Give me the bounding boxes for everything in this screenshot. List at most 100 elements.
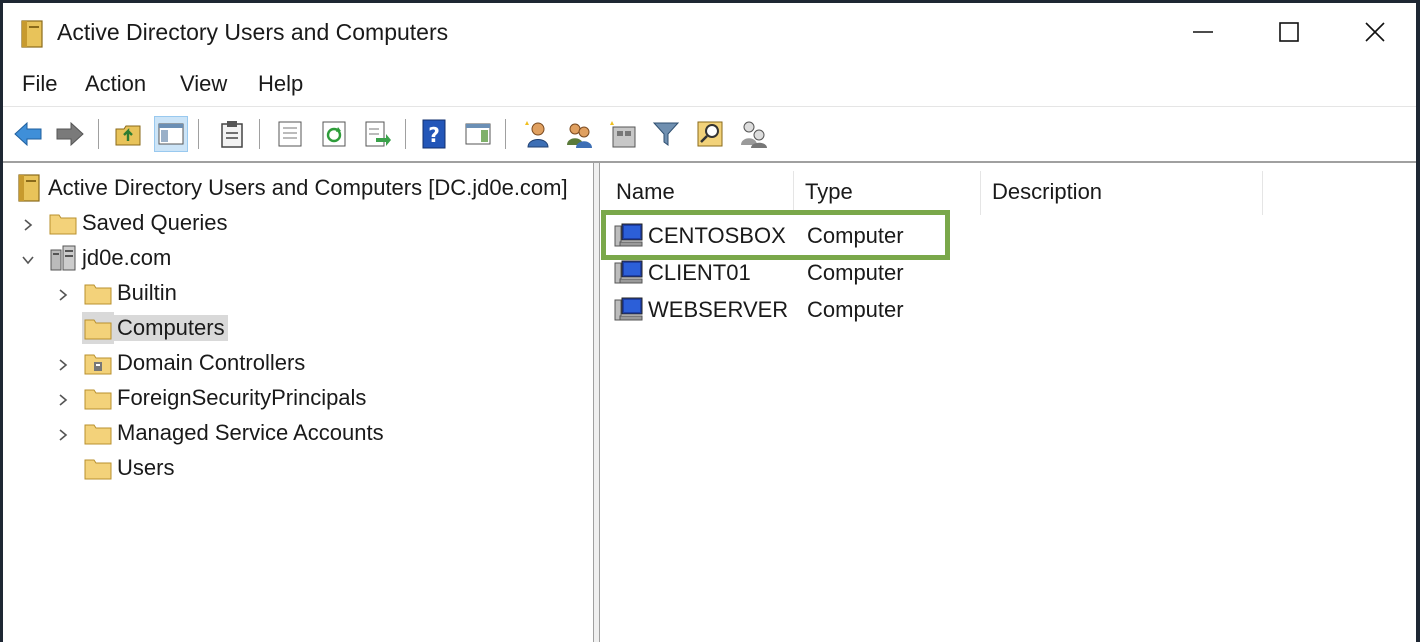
aduc-window: Active Directory Users and Computers Fil… <box>3 3 1416 642</box>
chevron-right-icon[interactable] <box>56 288 70 302</box>
computer-icon <box>614 297 643 321</box>
refresh-button[interactable] <box>317 116 351 152</box>
menu-action[interactable]: Action <box>85 71 146 97</box>
new-group-icon <box>567 123 592 148</box>
computer-name: WEBSERVER <box>648 297 789 322</box>
tree-root-label: Active Directory Users and Computers [DC… <box>48 175 568 200</box>
pane-splitter[interactable] <box>593 163 600 642</box>
tree-item-computers[interactable]: Computers <box>82 312 228 344</box>
help-icon: ? <box>422 119 446 149</box>
tree-item-users[interactable]: Users <box>82 452 177 484</box>
tree-item-foreign-security-principals[interactable]: ForeignSecurityPrincipals <box>82 382 369 414</box>
tree-item-label: Computers <box>114 315 228 341</box>
menu-help[interactable]: Help <box>258 71 303 97</box>
column-separator[interactable] <box>793 171 794 215</box>
toolbar-separator <box>259 119 260 149</box>
tree-item-saved-queries[interactable]: Saved Queries <box>47 207 231 239</box>
computer-icon <box>614 260 643 284</box>
column-separator[interactable] <box>1262 171 1263 215</box>
column-separator[interactable] <box>980 171 981 215</box>
title-bar[interactable]: Active Directory Users and Computers <box>3 3 1416 61</box>
new-user-button[interactable] <box>520 116 554 152</box>
toolbar-separator <box>198 119 199 149</box>
computer-type: Computer <box>807 297 904 322</box>
chevron-right-icon[interactable] <box>56 428 70 442</box>
export-list-button[interactable] <box>361 116 395 152</box>
maximize-icon <box>1279 22 1299 42</box>
action-pane-button[interactable] <box>461 116 495 152</box>
tree-item-domain[interactable]: jd0e.com <box>47 242 174 274</box>
refresh-icon <box>322 121 346 147</box>
new-user-icon <box>525 121 549 148</box>
ou-folder-icon <box>84 354 112 375</box>
folder-icon <box>84 319 112 340</box>
list-item[interactable]: WEBSERVER Computer <box>608 293 1408 327</box>
clipboard-button[interactable] <box>215 116 249 152</box>
folder-slot <box>82 312 114 344</box>
column-header-name[interactable]: Name <box>616 169 792 215</box>
tree-item-label: Builtin <box>117 280 177 305</box>
results-pane: Name Type Description CENTOSBOX Computer… <box>600 163 1416 642</box>
menu-file[interactable]: File <box>22 71 57 97</box>
show-console-tree-icon <box>158 123 184 145</box>
chevron-right-icon[interactable] <box>56 393 70 407</box>
tree-item-label: Managed Service Accounts <box>117 420 384 445</box>
aduc-root-slot <box>13 172 45 204</box>
tree-root[interactable]: Active Directory Users and Computers [DC… <box>13 172 571 204</box>
close-icon <box>1365 22 1385 42</box>
folder-icon <box>49 214 77 235</box>
tree-item-label: Domain Controllers <box>117 350 306 375</box>
ou-folder-slot <box>82 347 114 379</box>
tree-item-managed-service-accounts[interactable]: Managed Service Accounts <box>82 417 387 449</box>
minimize-icon <box>1193 31 1213 33</box>
tree-item-domain-controllers[interactable]: Domain Controllers <box>82 347 308 379</box>
add-to-group-icon <box>741 121 767 148</box>
folder-slot <box>47 207 79 239</box>
back-button[interactable] <box>11 116 45 152</box>
address-book-icon <box>18 174 40 202</box>
forward-arrow-icon <box>56 121 84 147</box>
find-icon <box>697 121 723 147</box>
add-to-group-button[interactable] <box>737 116 771 152</box>
menu-view[interactable]: View <box>180 71 227 97</box>
list-item[interactable]: CLIENT01 Computer <box>608 256 1408 290</box>
new-group-button[interactable] <box>562 116 596 152</box>
computer-name: CLIENT01 <box>648 260 751 285</box>
toolbar-separator <box>98 119 99 149</box>
tree-item-label: jd0e.com <box>82 245 172 270</box>
domain-slot <box>47 242 79 274</box>
chevron-down-icon[interactable] <box>21 253 35 267</box>
show-hide-console-tree-button[interactable] <box>154 116 188 152</box>
column-header-type[interactable]: Type <box>805 169 980 215</box>
forward-button[interactable] <box>53 116 87 152</box>
tree-item-label: Saved Queries <box>82 210 228 235</box>
up-folder-icon <box>115 125 141 146</box>
export-list-icon <box>365 121 391 147</box>
column-header-description[interactable]: Description <box>992 169 1262 215</box>
new-ou-button[interactable] <box>606 116 640 152</box>
filter-icon <box>652 122 680 146</box>
folder-icon <box>84 459 112 480</box>
tree-item-builtin[interactable]: Builtin <box>82 277 180 309</box>
properties-button[interactable] <box>273 116 307 152</box>
find-button[interactable] <box>693 116 727 152</box>
maximize-button[interactable] <box>1246 3 1332 61</box>
chevron-right-icon[interactable] <box>56 358 70 372</box>
minimize-button[interactable] <box>1160 3 1246 61</box>
folder-slot <box>82 382 114 414</box>
chevron-right-icon[interactable] <box>21 218 35 232</box>
up-one-level-button[interactable] <box>111 116 145 152</box>
svg-text:?: ? <box>428 123 440 147</box>
toolbar: ? <box>3 106 1416 161</box>
filter-button[interactable] <box>649 116 683 152</box>
toolbar-separator <box>505 119 506 149</box>
computer-type: Computer <box>807 260 904 285</box>
tree-item-label: ForeignSecurityPrincipals <box>117 385 367 410</box>
back-arrow-icon <box>14 121 42 147</box>
folder-slot <box>82 277 114 309</box>
folder-icon <box>84 389 112 410</box>
address-book-icon <box>21 20 43 48</box>
close-button[interactable] <box>1332 3 1416 61</box>
window-title: Active Directory Users and Computers <box>57 19 449 45</box>
help-button[interactable]: ? <box>417 116 451 152</box>
